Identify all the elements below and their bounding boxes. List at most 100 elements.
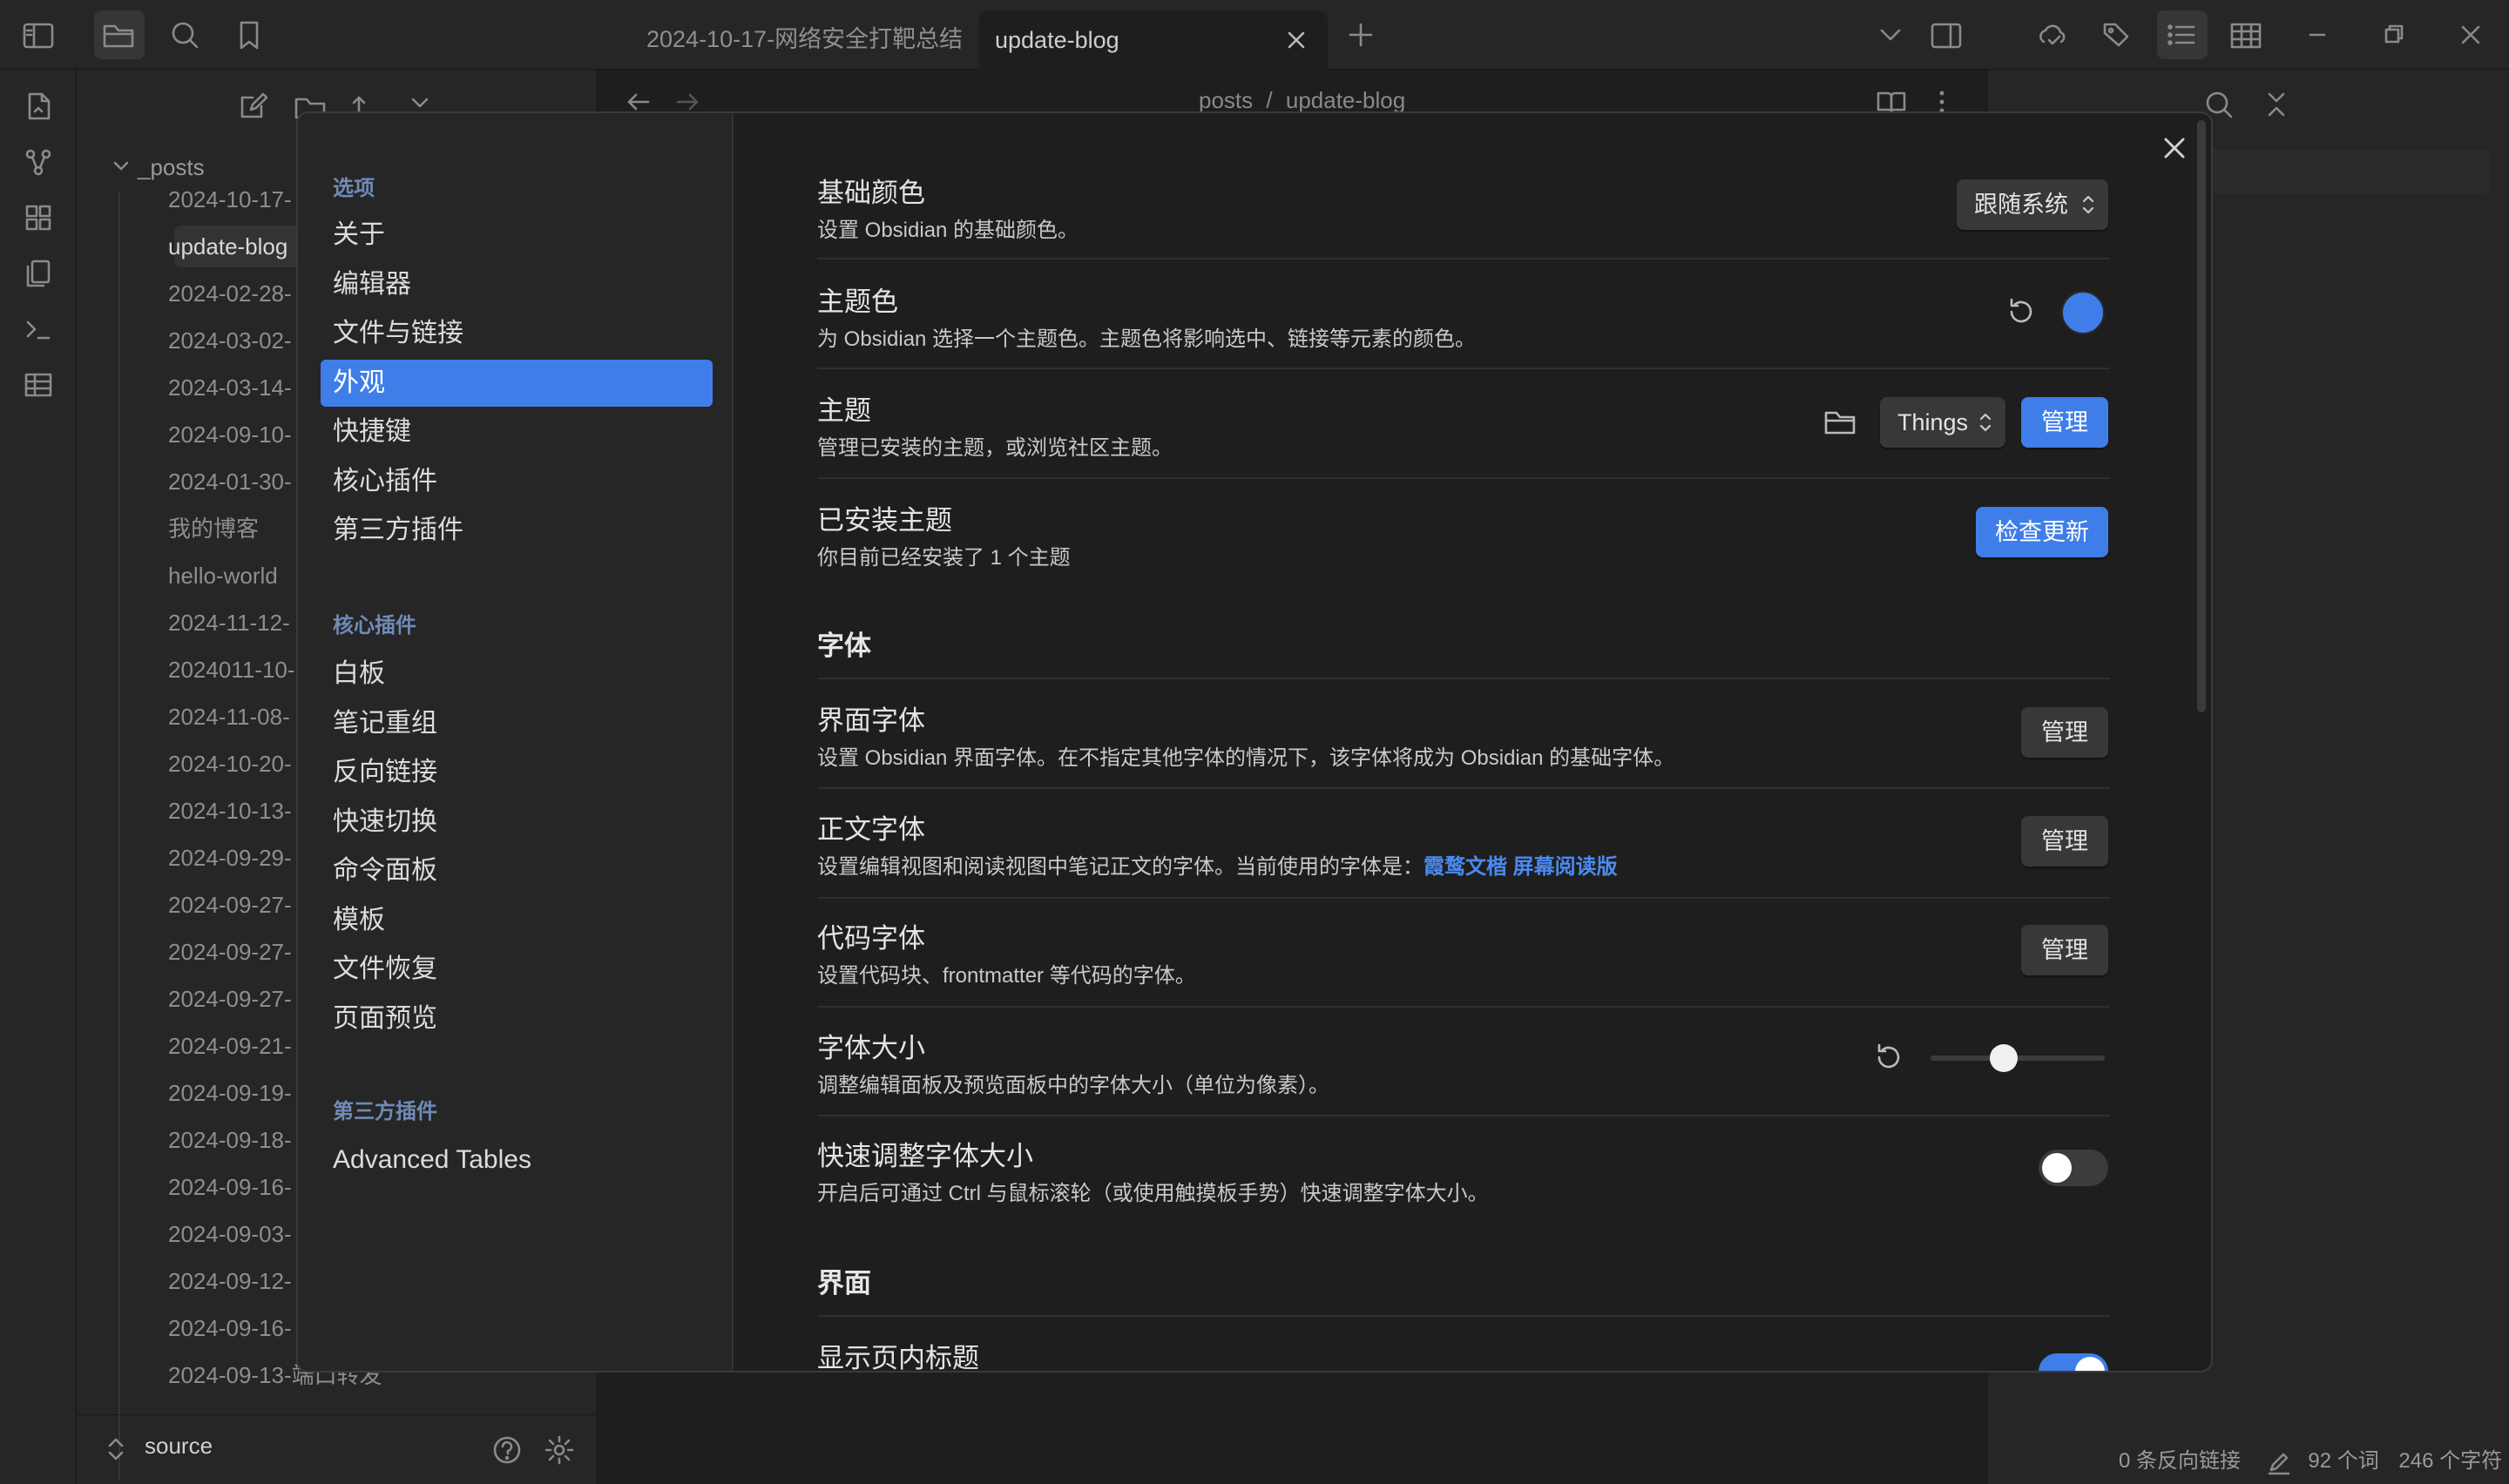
themes-folder-icon[interactable] — [1823, 404, 1857, 439]
current-font-name: 霞鹜文楷 屏幕阅读版 — [1424, 855, 1618, 879]
toggle-knob — [2075, 1357, 2105, 1371]
right-sidebar-toggle-icon[interactable] — [1929, 17, 1964, 52]
modal-close-icon[interactable] — [2155, 129, 2194, 167]
manage-code-font-button[interactable]: 管理 — [2021, 925, 2108, 975]
setting-description: 设置编辑视图和阅读视图中笔记正文的字体。当前使用的字体是：霞鹜文楷 屏幕阅读版 — [817, 849, 1618, 880]
vault-footer: source — [77, 1414, 598, 1484]
divider — [817, 678, 2110, 679]
quick-font-size-toggle[interactable] — [2039, 1150, 2108, 1186]
chevron-down-icon[interactable] — [1873, 17, 1908, 52]
nav-item[interactable]: 模板 — [333, 898, 385, 943]
nav-item[interactable]: 关于 — [333, 212, 385, 258]
updown-chevron-icon — [2080, 192, 2096, 217]
manage-themes-button[interactable]: 管理 — [2021, 397, 2108, 448]
setting-title: 主题色 — [817, 287, 898, 317]
nav-item[interactable]: 笔记重组 — [333, 701, 437, 746]
theme-dropdown[interactable]: Things — [1880, 397, 2005, 448]
accent-color-swatch[interactable] — [2061, 291, 2105, 334]
backlinks-count[interactable]: 0 条反向链接 — [2119, 1449, 2241, 1473]
bookmark-icon[interactable] — [232, 17, 267, 52]
nav-item[interactable]: 核心插件 — [333, 459, 437, 504]
nav-item[interactable]: 白板 — [333, 651, 385, 697]
table-view-icon[interactable] — [21, 368, 56, 402]
breadcrumb: posts / update-blog — [1199, 87, 1405, 114]
breadcrumb-separator: / — [1266, 87, 1273, 113]
open-quick-switcher-icon[interactable] — [21, 89, 56, 124]
collapse-icon[interactable] — [2259, 87, 2294, 122]
reset-icon[interactable] — [2004, 294, 2039, 329]
folder-icon[interactable] — [101, 17, 136, 52]
close-tab-icon[interactable] — [1281, 24, 1312, 56]
window-close-icon[interactable] — [2453, 17, 2488, 52]
canvas-grid-icon[interactable] — [21, 200, 56, 235]
nav-item[interactable]: 外观 — [333, 361, 385, 406]
nav-header-community-plugins: 第三方插件 — [333, 1100, 437, 1123]
table-icon[interactable] — [2228, 17, 2263, 52]
copy-pages-icon[interactable] — [21, 256, 56, 291]
tab-label: update-blog — [995, 27, 1119, 53]
setting-title: 基础颜色 — [817, 178, 925, 208]
nav-header-core-plugins: 核心插件 — [333, 614, 416, 637]
base-color-dropdown[interactable]: 跟随系统 — [1957, 179, 2108, 230]
scrollbar-track[interactable] — [2195, 113, 2208, 1371]
tab-update-blog[interactable]: update-blog — [979, 10, 1328, 70]
reset-icon[interactable] — [1871, 1040, 1906, 1075]
settings-gear-icon[interactable] — [542, 1433, 577, 1467]
divider — [817, 787, 2110, 789]
setting-title: 主题 — [817, 395, 871, 426]
setting-description-text: 设置编辑视图和阅读视图中笔记正文的字体。当前使用的字体是： — [817, 855, 1424, 879]
divider — [817, 258, 2110, 260]
graph-view-icon[interactable] — [21, 145, 56, 179]
chevron-down-icon[interactable] — [108, 153, 134, 179]
breadcrumb-parent[interactable]: posts — [1199, 87, 1253, 113]
outline-list-icon[interactable] — [2164, 17, 2199, 52]
toggle-knob — [2042, 1153, 2072, 1183]
help-icon[interactable] — [490, 1433, 524, 1467]
new-tab-icon[interactable] — [1343, 17, 1378, 52]
nav-item[interactable]: 文件与链接 — [333, 311, 463, 356]
char-count: 246 个字符 — [2398, 1449, 2503, 1473]
setting-description: 开启后可通过 Ctrl 与鼠标滚轮（或使用触摸板手势）快速调整字体大小。 — [817, 1182, 1489, 1205]
terminal-icon[interactable] — [21, 312, 56, 347]
setting-title: 显示页内标题 — [817, 1343, 979, 1373]
breadcrumb-current[interactable]: update-blog — [1286, 87, 1405, 113]
manage-text-font-button[interactable]: 管理 — [2021, 816, 2108, 867]
nav-item[interactable]: 快捷键 — [333, 409, 411, 455]
setting-description: 管理已安装的主题，或浏览社区主题。 — [817, 436, 1173, 460]
nav-item[interactable]: 编辑器 — [333, 262, 411, 307]
nav-item[interactable]: 快速切换 — [333, 799, 437, 845]
minimize-icon[interactable] — [2300, 17, 2335, 52]
manage-interface-font-button[interactable]: 管理 — [2021, 707, 2108, 758]
nav-item[interactable]: 第三方插件 — [333, 508, 463, 553]
updown-chevron-icon — [1978, 410, 1993, 435]
check-updates-button[interactable]: 检查更新 — [1976, 507, 2108, 557]
nav-item[interactable]: Advanced Tables — [333, 1137, 531, 1183]
tab-network-security[interactable]: 2024-10-17-网络安全打靶总结 — [601, 0, 976, 70]
sidebar-toggle-icon[interactable] — [21, 17, 56, 52]
vault-switch-icon[interactable] — [103, 1434, 129, 1464]
nav-item[interactable]: 页面预览 — [333, 996, 437, 1042]
new-note-icon[interactable] — [235, 89, 270, 124]
divider — [817, 477, 2110, 479]
word-count: 92 个词 — [2308, 1449, 2379, 1473]
section-heading-interface: 界面 — [817, 1268, 871, 1298]
setting-description: 为 Obsidian 选择一个主题色。主题色将影响选中、链接等元素的颜色。 — [817, 327, 1477, 351]
nav-item[interactable]: 文件恢复 — [333, 947, 437, 992]
setting-title: 界面字体 — [817, 705, 925, 736]
dropdown-value: Things — [1897, 409, 1969, 435]
inline-title-toggle[interactable] — [2039, 1353, 2108, 1371]
divider — [817, 897, 2110, 899]
cloud-sync-icon[interactable] — [2035, 17, 2070, 52]
scrollbar-thumb[interactable] — [2197, 120, 2206, 712]
search-icon[interactable] — [167, 17, 202, 52]
setting-description: 设置代码块、frontmatter 等代码的字体。 — [817, 964, 1196, 988]
vault-name[interactable]: source — [145, 1433, 213, 1460]
slider-handle[interactable] — [1990, 1044, 2018, 1072]
tags-icon[interactable] — [2100, 17, 2134, 52]
nav-item[interactable]: 命令面板 — [333, 848, 437, 894]
font-size-slider[interactable] — [1931, 1044, 2105, 1072]
restore-icon[interactable] — [2377, 17, 2411, 52]
setting-title: 正文字体 — [817, 814, 925, 845]
edit-mode-icon[interactable] — [2266, 1449, 2296, 1475]
nav-item[interactable]: 反向链接 — [333, 750, 437, 795]
